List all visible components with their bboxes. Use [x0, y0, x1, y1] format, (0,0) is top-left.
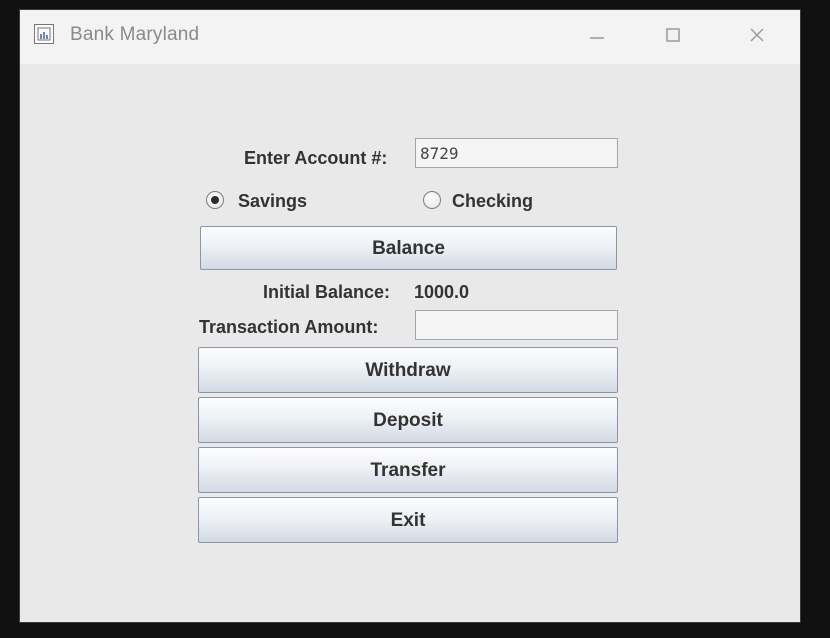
savings-radio-label[interactable]: Savings [238, 191, 307, 212]
account-number-input[interactable] [415, 138, 618, 168]
maximize-button[interactable] [656, 20, 690, 50]
exit-button[interactable]: Exit [198, 497, 618, 543]
account-number-label: Enter Account #: [244, 148, 388, 168]
transaction-amount-input[interactable] [415, 310, 618, 340]
minimize-icon [590, 37, 604, 39]
checking-radio-label[interactable]: Checking [452, 191, 533, 212]
deposit-button[interactable]: Deposit [198, 397, 618, 443]
maximize-icon [666, 28, 680, 42]
title-bar[interactable]: Bank Maryland [20, 10, 800, 64]
balance-button[interactable]: Balance [200, 226, 617, 270]
close-button[interactable] [740, 20, 774, 50]
transaction-amount-label: Transaction Amount: [199, 317, 379, 337]
transfer-button[interactable]: Transfer [198, 447, 618, 493]
initial-balance-value: 1000.0 [414, 282, 470, 302]
app-window-icon [34, 24, 54, 44]
close-icon [750, 28, 764, 42]
radio-selected-dot [211, 196, 219, 204]
minimize-button[interactable] [580, 20, 614, 50]
initial-balance-label: Initial Balance: [263, 282, 391, 302]
checking-radio[interactable] [423, 191, 441, 209]
window-title: Bank Maryland [70, 24, 200, 45]
savings-radio[interactable] [206, 191, 224, 209]
withdraw-button[interactable]: Withdraw [198, 347, 618, 393]
bank-window: Bank Maryland Enter Account #: Savings C… [20, 10, 800, 622]
